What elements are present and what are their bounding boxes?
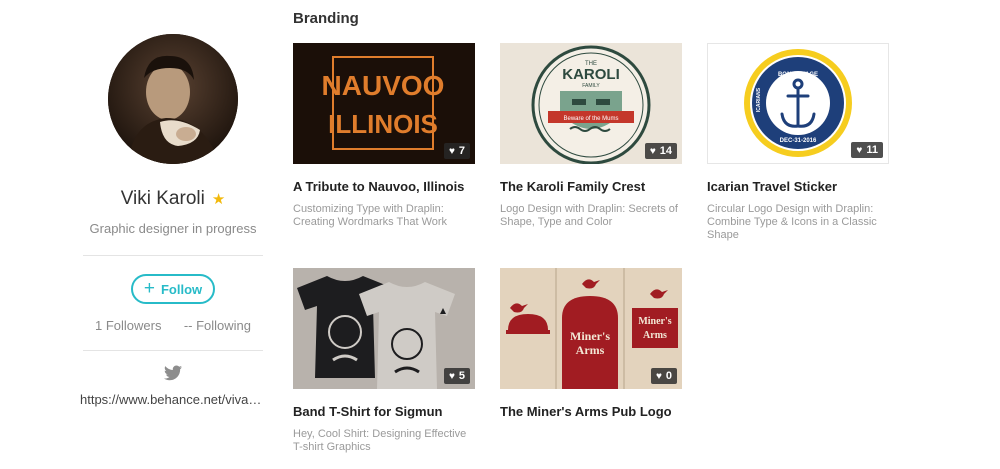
profile-url[interactable]: https://www.behance.net/vivavikikaroli <box>80 392 266 407</box>
heart-icon: ♥ <box>856 144 863 156</box>
project-thumbnail[interactable]: BON VOYAGE ICARIANS DEC-31-2016 ♥ 11 <box>707 43 889 164</box>
artwork-text: Arms <box>576 343 605 357</box>
project-subtitle[interactable]: Logo Design with Draplin: Secrets of Sha… <box>500 203 682 229</box>
project-title[interactable]: A Tribute to Nauvoo, Illinois <box>293 179 475 194</box>
project-card[interactable]: BON VOYAGE ICARIANS DEC-31-2016 ♥ 11 Ica… <box>707 43 889 242</box>
project-subtitle[interactable]: Customizing Type with Draplin: Creating … <box>293 203 475 229</box>
project-title[interactable]: Band T-Shirt for Sigmun <box>293 404 475 419</box>
followers-count[interactable]: 1 Followers <box>95 318 161 333</box>
artwork-text: ICARIANS <box>756 87 762 112</box>
project-title[interactable]: The Miner's Arms Pub Logo <box>500 404 682 419</box>
project-title[interactable]: The Karoli Family Crest <box>500 179 682 194</box>
profile-tagline: Graphic designer in progress <box>89 221 257 236</box>
likes-badge: ♥ 0 <box>650 368 677 384</box>
likes-badge: ♥ 5 <box>443 368 470 384</box>
project-card[interactable]: NAUVOO ILLINOIS ♥ 7 A Tribute to Nauvoo,… <box>293 43 475 229</box>
project-card[interactable]: Miner's Arms Miner's Arms ♥ 0 The Miner'… <box>500 268 682 419</box>
avatar[interactable] <box>108 34 238 164</box>
artwork-text: ILLINOIS <box>328 109 438 139</box>
project-subtitle[interactable]: Circular Logo Design with Draplin: Combi… <box>707 203 889 242</box>
section-title: Branding <box>293 10 359 27</box>
artwork-text: Arms <box>643 330 667 341</box>
project-card[interactable]: ♥ 5 Band T-Shirt for Sigmun Hey, Cool Sh… <box>293 268 475 454</box>
project-thumbnail[interactable]: NAUVOO ILLINOIS ♥ 7 <box>293 43 475 164</box>
likes-count: 14 <box>659 145 672 157</box>
artwork-text: KAROLI <box>562 66 620 83</box>
project-thumbnail[interactable]: ♥ 5 <box>293 268 475 389</box>
heart-icon: ♥ <box>655 370 662 382</box>
twitter-icon[interactable] <box>164 365 182 381</box>
likes-badge: ♥ 11 <box>851 142 883 158</box>
artwork-text: Miner's <box>638 316 671 327</box>
likes-badge: ♥ 14 <box>644 143 677 159</box>
profile-sidebar: Viki Karoli ★ Graphic designer in progre… <box>80 34 266 407</box>
heart-icon: ♥ <box>649 145 656 157</box>
divider <box>83 255 263 256</box>
heart-icon: ♥ <box>448 370 455 382</box>
artwork-text: Miner's <box>570 329 610 343</box>
star-icon: ★ <box>211 190 226 208</box>
project-thumbnail[interactable]: Miner's Arms Miner's Arms ♥ 0 <box>500 268 682 389</box>
artwork-text: Beware of the Mums <box>563 116 618 122</box>
divider <box>83 350 263 351</box>
project-subtitle[interactable]: Hey, Cool Shirt: Designing Effective T-s… <box>293 428 475 454</box>
likes-badge: ♥ 7 <box>443 143 470 159</box>
heart-icon: ♥ <box>448 145 455 157</box>
following-count[interactable]: -- Following <box>184 318 251 333</box>
likes-count: 5 <box>458 370 465 382</box>
likes-count: 11 <box>866 144 878 156</box>
likes-count: 7 <box>458 145 465 157</box>
profile-name: Viki Karoli <box>120 188 205 209</box>
project-title[interactable]: Icarian Travel Sticker <box>707 179 889 194</box>
artwork-text: NAUVOO <box>322 70 445 101</box>
project-thumbnail[interactable]: THE KAROLI FAMILY Beware of the Mums ♥ 1… <box>500 43 682 164</box>
likes-count: 0 <box>665 370 672 382</box>
artwork-text: FAMILY <box>582 83 600 89</box>
artwork-text: BON VOYAGE <box>778 72 818 78</box>
plus-icon: + <box>143 277 155 299</box>
artwork-text: DEC-31-2016 <box>780 138 817 144</box>
project-card[interactable]: THE KAROLI FAMILY Beware of the Mums ♥ 1… <box>500 43 682 229</box>
profile-name-row: Viki Karoli ★ <box>80 188 266 210</box>
follow-label: Follow <box>160 281 203 297</box>
follow-stats: 1 Followers -- Following <box>80 318 266 333</box>
follow-button[interactable]: + Follow <box>131 274 215 304</box>
